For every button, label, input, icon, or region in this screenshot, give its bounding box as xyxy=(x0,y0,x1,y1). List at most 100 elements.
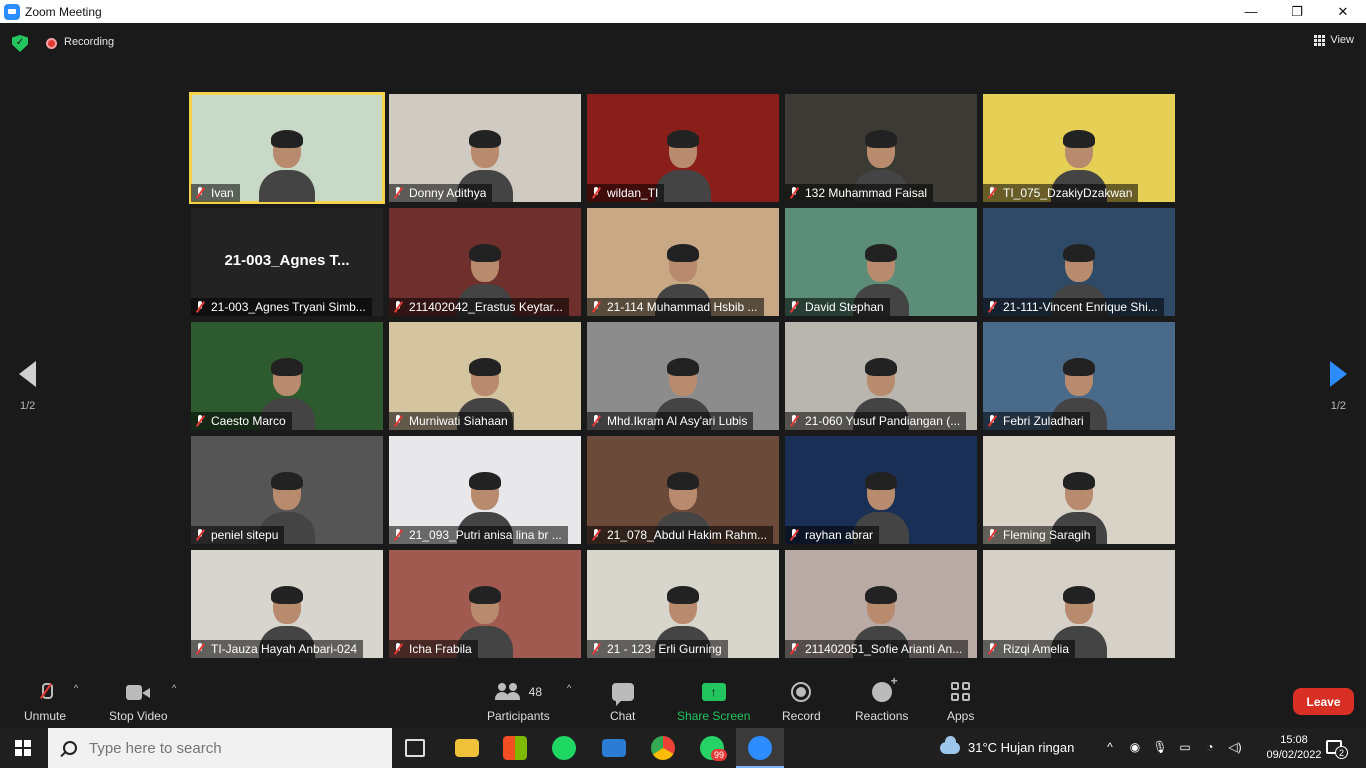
battery-icon[interactable]: ▭ xyxy=(1177,740,1193,754)
participant-name: 21_078_Abdul Hakim Rahm... xyxy=(607,528,768,542)
participant-tile[interactable]: Febri Zuladhari xyxy=(983,322,1175,430)
participant-tile[interactable]: Murniwati Siahaan xyxy=(389,322,581,430)
minimize-button[interactable]: — xyxy=(1228,0,1274,23)
meet-now-camera-icon[interactable]: ◉ xyxy=(1127,740,1143,754)
meeting-controls: Unmute ^ Stop Video ^ 48 Participants ^ xyxy=(0,674,1366,727)
participant-name-bar: wildan_TI xyxy=(587,184,665,202)
participant-name: 21-003_Agnes Tryani Simb... xyxy=(211,300,366,314)
muted-mic-icon xyxy=(195,301,205,313)
participant-name-bar: 21-003_Agnes Tryani Simb... xyxy=(191,298,372,316)
mail-icon[interactable] xyxy=(602,739,626,757)
grid-view-icon xyxy=(1314,34,1326,46)
taskbar-clock[interactable]: 15:08 09/02/2022 xyxy=(1262,733,1326,763)
participant-tile[interactable]: Caesto Marco xyxy=(191,322,383,430)
muted-mic-icon xyxy=(195,187,205,199)
maximize-button[interactable]: ❐ xyxy=(1274,0,1320,23)
previous-page-arrow-icon[interactable] xyxy=(19,361,36,387)
share-screen-button[interactable]: ↑ Share Screen xyxy=(677,679,750,723)
participant-tile[interactable]: 21-111-Vincent Enrique Shi... xyxy=(983,208,1175,316)
chrome-icon[interactable] xyxy=(651,736,675,760)
file-explorer-icon[interactable] xyxy=(455,739,479,757)
wifi-icon[interactable]: ◔ xyxy=(1202,740,1218,754)
microphone-in-use-icon[interactable]: 🎙 xyxy=(1152,740,1168,754)
video-camera-icon xyxy=(126,684,151,700)
participant-tile[interactable]: 211402051_Sofie Arianti An... xyxy=(785,550,977,658)
weather-widget[interactable]: 31°C Hujan ringan xyxy=(940,735,1074,755)
muted-mic-icon xyxy=(591,415,601,427)
participant-tile[interactable]: Rizqi Amelia xyxy=(983,550,1175,658)
participant-tile[interactable]: Donny Adithya xyxy=(389,94,581,202)
participant-name: Fleming Saragih xyxy=(1003,528,1091,542)
participant-tile[interactable]: TI_075_DzakiyDzakwan xyxy=(983,94,1175,202)
participant-name-bar: Caesto Marco xyxy=(191,412,292,430)
notification-count: 2 xyxy=(1335,746,1348,759)
participant-tile[interactable]: Fleming Saragih xyxy=(983,436,1175,544)
participant-tile[interactable]: 21_093_Putri anisa lina br ... xyxy=(389,436,581,544)
notifications-button[interactable]: 2 xyxy=(1326,736,1348,760)
participant-name-bar: peniel sitepu xyxy=(191,526,285,544)
audio-options-caret-icon[interactable]: ^ xyxy=(74,683,78,693)
participant-name-bar: TI-Jauza Hayah Anbari-024 xyxy=(191,640,364,658)
participant-tile[interactable]: 21-060 Yusuf Pandiangan (... xyxy=(785,322,977,430)
recording-label[interactable]: Recording xyxy=(64,36,114,48)
microsoft-store-icon[interactable] xyxy=(503,736,527,760)
windows-start-icon[interactable] xyxy=(15,740,31,756)
task-view-icon[interactable] xyxy=(405,739,425,757)
view-label: View xyxy=(1330,34,1354,46)
participant-tile[interactable]: 21_078_Abdul Hakim Rahm... xyxy=(587,436,779,544)
participant-tile[interactable]: 21 - 123- Erli Gurning xyxy=(587,550,779,658)
participant-name: David Stephan xyxy=(805,300,884,314)
participant-name-bar: 21_078_Abdul Hakim Rahm... xyxy=(587,526,774,544)
muted-mic-icon xyxy=(591,187,601,199)
windows-taskbar: 31°C Hujan ringan ^ ◉ 🎙 ▭ ◔ ◁) 15:08 09/… xyxy=(0,728,1366,768)
participant-tile[interactable]: wildan_TI xyxy=(587,94,779,202)
zoom-window: Zoom Meeting — ❐ ✕ Recording View 1/2 1/… xyxy=(0,0,1366,768)
taskbar-search[interactable] xyxy=(48,728,392,768)
participant-tile[interactable]: 132 Muhammad Faisal xyxy=(785,94,977,202)
title-bar: Zoom Meeting — ❐ ✕ xyxy=(0,0,1366,23)
participant-tile[interactable]: 21-114 Muhammad Hsbib ... xyxy=(587,208,779,316)
participant-tile[interactable]: TI-Jauza Hayah Anbari-024 xyxy=(191,550,383,658)
reactions-button[interactable]: Reactions xyxy=(855,674,908,723)
leave-button[interactable]: Leave xyxy=(1293,688,1354,715)
apps-button[interactable]: Apps xyxy=(947,679,974,723)
muted-mic-icon xyxy=(987,529,997,541)
participant-tile[interactable]: peniel sitepu xyxy=(191,436,383,544)
taskbar-search-input[interactable] xyxy=(89,739,389,757)
zoom-logo-icon xyxy=(4,3,20,20)
participant-tile[interactable]: rayhan abrar xyxy=(785,436,977,544)
share-screen-label: Share Screen xyxy=(677,709,751,723)
participant-tile[interactable]: 21-003_Agnes T... 21-003_Agnes Tryani Sim… xyxy=(191,208,383,316)
participants-icon xyxy=(494,683,521,701)
next-page-arrow-icon[interactable] xyxy=(1330,361,1347,387)
participant-name: Rizqi Amelia xyxy=(1003,642,1070,656)
view-button[interactable]: View xyxy=(1314,34,1354,46)
participant-tile[interactable]: Icha Frabila xyxy=(389,550,581,658)
chat-button[interactable]: Chat xyxy=(610,679,635,723)
gallery-view: 1/2 1/2 Ivan Donny Adithya wildan_TI 132 Mu… xyxy=(0,63,1366,675)
participant-name: rayhan abrar xyxy=(805,528,874,542)
participant-tile[interactable]: 211402042_Erastus Keytar... xyxy=(389,208,581,316)
security-shield-icon[interactable] xyxy=(12,35,28,52)
participant-name: 132 Muhammad Faisal xyxy=(805,186,928,200)
participant-name: wildan_TI xyxy=(607,186,659,200)
participant-tile[interactable]: David Stephan xyxy=(785,208,977,316)
show-hidden-icons-icon[interactable]: ^ xyxy=(1102,740,1118,754)
participant-tile[interactable]: Mhd.Ikram Al Asy'ari Lubis xyxy=(587,322,779,430)
muted-mic-icon xyxy=(591,301,601,313)
zoom-taskbar-button[interactable] xyxy=(736,728,784,768)
participant-name-bar: Ivan xyxy=(191,184,240,202)
stop-video-button[interactable]: Stop Video xyxy=(109,679,168,723)
clock-time: 15:08 xyxy=(1280,734,1308,746)
unmute-button[interactable]: Unmute xyxy=(24,679,66,723)
participant-video xyxy=(259,128,315,202)
participant-tile[interactable]: Ivan xyxy=(189,92,385,204)
participants-options-caret-icon[interactable]: ^ xyxy=(567,683,571,693)
spotify-icon[interactable] xyxy=(552,736,576,760)
participants-button[interactable]: 48 Participants xyxy=(487,679,550,723)
close-button[interactable]: ✕ xyxy=(1320,0,1366,23)
record-button[interactable]: Record xyxy=(782,679,821,723)
volume-icon[interactable]: ◁) xyxy=(1227,740,1243,754)
participant-name: Mhd.Ikram Al Asy'ari Lubis xyxy=(607,414,748,428)
video-options-caret-icon[interactable]: ^ xyxy=(172,683,176,693)
